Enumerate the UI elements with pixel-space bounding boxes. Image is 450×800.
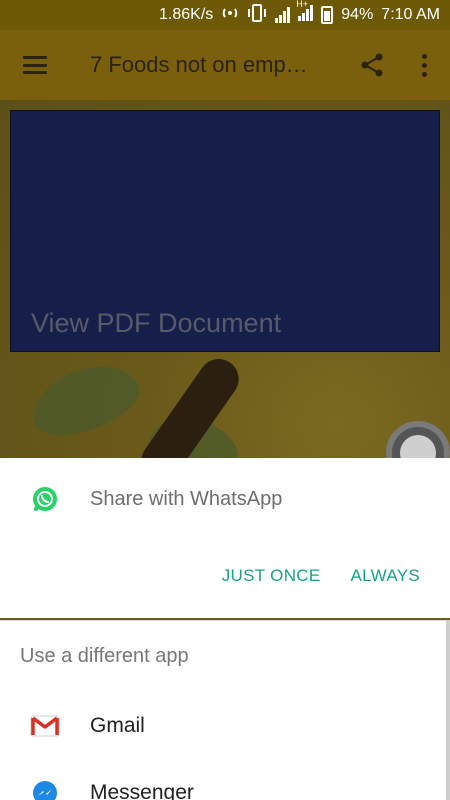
hamburger-icon	[23, 56, 47, 74]
page-title: 7 Foods not on emp…	[90, 52, 308, 77]
share-sheet-default: Share with WhatsApp JUST ONCE ALWAYS	[0, 458, 450, 618]
status-bar: 1.86K/s H+ 94% 7:10 AM	[0, 0, 450, 30]
network-type-label: H+	[296, 0, 309, 9]
share-button[interactable]	[346, 30, 398, 100]
battery-percent: 94%	[341, 6, 374, 23]
share-sheet-app-list: Use a different app Gmail Messenger	[0, 620, 450, 800]
section-title: Use a different app	[20, 645, 189, 667]
just-once-button[interactable]: JUST ONCE	[222, 566, 321, 586]
gmail-icon	[30, 715, 60, 737]
app-bar: 7 Foods not on emp…	[0, 30, 450, 100]
app-option-gmail[interactable]: Gmail	[0, 696, 450, 756]
app-option-messenger[interactable]: Messenger	[0, 763, 450, 800]
clock: 7:10 AM	[381, 6, 440, 23]
pdf-preview-card[interactable]: View PDF Document	[10, 110, 440, 352]
battery-icon	[321, 6, 334, 24]
network-speed: 1.86K/s	[159, 6, 214, 23]
pdf-label: View PDF Document	[31, 308, 282, 338]
always-button[interactable]: ALWAYS	[350, 566, 420, 586]
whatsapp-icon	[33, 487, 57, 511]
app-name: Messenger	[90, 781, 194, 800]
vibrate-icon	[247, 3, 267, 27]
signal-hplus-icon: H+	[296, 0, 314, 26]
whatsapp-label: Share with WhatsApp	[90, 487, 283, 510]
scrollbar[interactable]	[446, 620, 450, 800]
share-icon	[361, 53, 383, 77]
menu-button[interactable]	[0, 30, 70, 100]
hotspot-icon	[221, 4, 239, 27]
signal-icon	[275, 7, 291, 23]
more-vert-icon	[421, 53, 427, 77]
app-name: Gmail	[90, 714, 145, 737]
choice-actions: JUST ONCE ALWAYS	[222, 566, 420, 586]
food-image-leaf	[23, 352, 147, 448]
article-content: View PDF Document	[0, 100, 450, 460]
whatsapp-option[interactable]: Share with WhatsApp	[0, 458, 450, 540]
overflow-menu-button[interactable]	[398, 30, 450, 100]
messenger-icon	[33, 781, 57, 800]
